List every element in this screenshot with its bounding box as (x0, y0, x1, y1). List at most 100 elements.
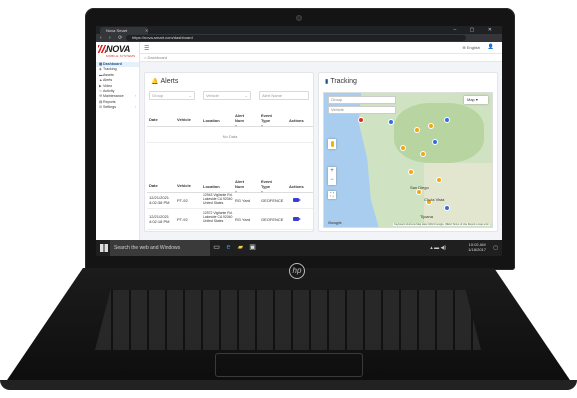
column-header[interactable]: Date (149, 183, 158, 188)
close-tab-icon[interactable]: ✕ (145, 27, 148, 34)
column-header[interactable]: Alert Num ▾ (235, 113, 253, 128)
map-marker[interactable] (444, 117, 450, 123)
column-header[interactable]: Location (203, 118, 220, 123)
chevron-down-icon: ⌄ (188, 93, 192, 98)
column-header[interactable]: Alert Num ▾ (235, 179, 253, 194)
column-header-label: Alert Num (235, 179, 245, 189)
map-attribution[interactable]: Keyboard shortcuts Map data ©2021 Google… (393, 223, 490, 226)
window-controls[interactable]: – ▢ ✕ (454, 26, 498, 34)
windows-start-icon[interactable] (100, 244, 108, 252)
column-header[interactable]: Location (203, 184, 220, 189)
map-marker[interactable] (408, 169, 414, 175)
breadcrumb-label: Dashboard (147, 55, 168, 60)
cell-vehicle: PT-92 (177, 217, 188, 222)
chevron-down-icon: ⌄ (244, 93, 248, 98)
laptop-photo: hp Nova Smart ✕ – ▢ ✕ ‹ › ⟳ https://nova… (0, 0, 577, 398)
screen: Nova Smart ✕ – ▢ ✕ ‹ › ⟳ https://nova-sm… (96, 26, 502, 256)
map-type-label: Map (467, 97, 475, 102)
table-row[interactable]: 12/21/2021 4:02:18 PM PT-92 12972 Vigila… (147, 210, 313, 230)
map-marker[interactable] (444, 205, 450, 211)
notifications-icon[interactable]: ▢ (493, 245, 498, 251)
city-label: Tijuana (420, 214, 433, 219)
webcam (296, 15, 302, 21)
brand-name: NOVA (106, 44, 131, 54)
map-type-button[interactable]: Map ▾ (464, 96, 488, 104)
vehicle-filter[interactable]: Vehicle ⌄ (203, 91, 251, 100)
map-marker[interactable] (414, 127, 420, 133)
alerts-title-text: Alerts (160, 78, 179, 85)
browser-tab[interactable]: Nova Smart ✕ (100, 27, 148, 34)
clock[interactable]: 10:02 AM 1/18/2017 (468, 242, 486, 252)
hp-logo: hp (289, 263, 305, 279)
cell-alert: RG Yard (235, 217, 251, 222)
browser-tabbar: Nova Smart ✕ – ▢ ✕ (96, 26, 502, 34)
cell-alert: RG Yard (235, 198, 251, 203)
map-marker[interactable] (428, 123, 434, 129)
sidebar-item-label: Tracking (103, 67, 117, 72)
map-marker[interactable] (432, 139, 438, 145)
column-header[interactable]: Vehicle (177, 183, 191, 188)
file-explorer-icon[interactable]: ▰ (236, 243, 245, 252)
alert-name-filter[interactable]: Alert Name (259, 91, 309, 100)
tracking-title-text: Tracking (330, 78, 357, 85)
edge-icon[interactable]: e (224, 243, 233, 252)
group-filter-label: Group (152, 93, 164, 98)
table-row[interactable]: 12/21/2021 4:02:38 PM PT-92 12943 Vigila… (147, 193, 313, 209)
logo-stripes (98, 45, 106, 53)
street-view-pegman-icon[interactable] (328, 139, 336, 149)
column-header[interactable]: Event Type ▾ (261, 179, 281, 194)
nav-buttons[interactable]: ‹ › ⟳ (100, 34, 125, 42)
language-label: English (466, 45, 480, 50)
sidebar-item-label: Settings (103, 105, 116, 110)
video-camera-icon[interactable] (293, 198, 301, 202)
map-marker[interactable] (436, 177, 442, 183)
alerts-panel: 🔔 Alerts Group ⌄ Vehicle ⌄ Alert Name Date … (144, 72, 314, 232)
google-logo: Google (328, 220, 342, 225)
task-view-icon[interactable]: ▭ (212, 243, 221, 252)
sidebar-item-settings[interactable]: ⚙Settings › (96, 105, 139, 110)
group-filter[interactable]: Group ⌄ (149, 91, 195, 100)
city-label: San Diego (410, 185, 429, 190)
brand-sub: MOBILE SYSTEMS (106, 54, 136, 58)
vehicle-filter-label: Vehicle (206, 93, 219, 98)
language-selector[interactable]: ⊕ English (462, 45, 480, 50)
address-bar[interactable]: https://nova-smart.com/dashboard (126, 35, 466, 41)
laptop-base-edge (0, 380, 577, 390)
top-bar: ☰ ⊕ English 👤 (140, 42, 502, 54)
sort-icon: ▾ (235, 123, 238, 128)
app: NOVA MOBILE SYSTEMS ☰ ⊕ English 👤 ⌂ Dash… (96, 42, 502, 240)
sort-icon: ▾ (261, 123, 264, 128)
cell-vehicle: PT-92 (177, 198, 188, 203)
tab-title: Nova Smart (106, 28, 128, 33)
sidebar-item-label: Maintenance (103, 94, 124, 99)
tracking-panel: ▮ Tracking Group Vehicle Map ▾ San Diego… (318, 72, 498, 232)
map-vehicle-select[interactable]: Vehicle (328, 106, 396, 114)
column-header[interactable]: Date (149, 117, 158, 122)
map[interactable]: Group Vehicle Map ▾ San Diego Chula Vist… (323, 92, 493, 228)
taskbar-search[interactable]: Search the web and Windows (110, 240, 210, 256)
alert-name-filter-label: Alert Name (262, 93, 283, 98)
map-icon: ▮ (325, 79, 329, 85)
store-icon[interactable]: ▣ (248, 243, 257, 252)
chevron-right-icon: › (134, 105, 136, 110)
column-header[interactable]: Vehicle (177, 117, 191, 122)
network-icon[interactable]: ▴ ▬ ◀) (430, 245, 446, 251)
brand-logo[interactable]: NOVA MOBILE SYSTEMS (96, 42, 140, 62)
zoom-control[interactable]: + − (328, 167, 336, 185)
video-camera-icon[interactable] (293, 217, 301, 221)
menu-icon[interactable]: ☰ (144, 45, 149, 52)
sidebar: ▦Dashboard ◈Tracking ▬Assets ▲Alerts ▶Video ∿… (96, 62, 140, 240)
map-marker[interactable] (388, 119, 394, 125)
user-icon[interactable]: 👤 (488, 44, 494, 50)
map-marker[interactable] (400, 145, 406, 151)
table-header: Date Vehicle Location Alert Num ▾ Event T… (147, 111, 313, 128)
map-group-select[interactable]: Group (328, 96, 396, 104)
map-marker[interactable] (420, 151, 426, 157)
fullscreen-icon[interactable]: ⛶ (328, 191, 336, 199)
map-marker[interactable] (358, 117, 364, 123)
column-header[interactable]: Event Type ▾ (261, 113, 281, 128)
column-header[interactable]: Actions (289, 184, 304, 189)
column-header[interactable]: Actions (289, 118, 304, 123)
bell-icon: 🔔 (151, 79, 159, 85)
cell-event: GEOFENCE (261, 198, 284, 203)
